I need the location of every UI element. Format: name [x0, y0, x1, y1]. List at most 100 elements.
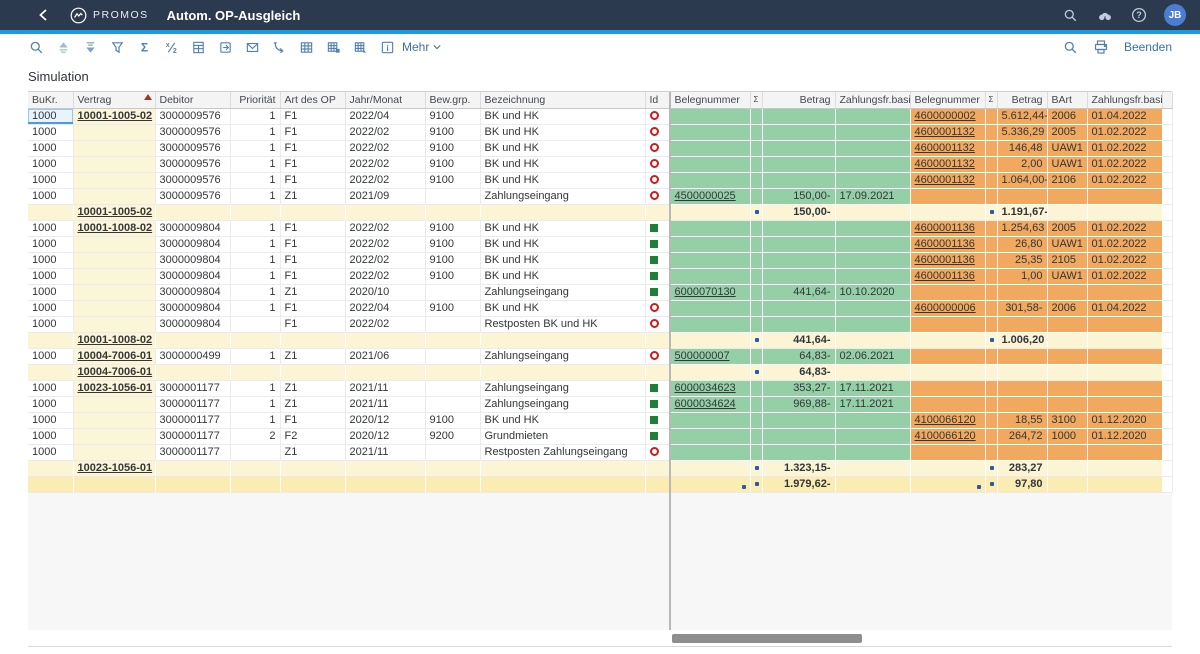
document-link[interactable]: 4600001136	[915, 222, 975, 234]
document-link[interactable]: 4500000025	[675, 190, 736, 202]
column-header-o_beleg[interactable]: Belegnummer	[910, 92, 985, 108]
column-header-bew[interactable]: Bew.grp.	[425, 92, 480, 108]
sort-descending-icon[interactable]	[82, 39, 99, 56]
contract-link[interactable]: 10004-7006-01	[78, 366, 153, 378]
table-row[interactable]: 100010023-1056-0130000011771Z12021/11Zah…	[28, 380, 1172, 396]
sum-icon[interactable]: Σ	[136, 39, 153, 56]
table-row[interactable]: 100030000098041F12022/049100BK und HK460…	[28, 300, 1172, 316]
search-icon[interactable]	[28, 39, 45, 56]
more-menu[interactable]: Mehr	[402, 40, 442, 54]
table-row[interactable]: 100030000098041F12022/029100BK und HK460…	[28, 252, 1172, 268]
horizontal-scrollbar[interactable]	[28, 630, 1172, 647]
subtotal-row[interactable]: 10004-7006-0164,83-	[28, 364, 1172, 380]
contract-link[interactable]: 10001-1008-02	[78, 334, 153, 346]
avatar[interactable]: JB	[1164, 4, 1186, 26]
document-link[interactable]: 4600001132	[915, 158, 975, 170]
table-row[interactable]: 100030000098041F12022/029100BK und HK460…	[28, 236, 1172, 252]
subtotal-row[interactable]: 10001-1008-02441,64-1.006,20	[28, 332, 1172, 348]
subtotals-icon[interactable]: x2	[163, 39, 180, 56]
drilldown-icon[interactable]	[271, 39, 288, 56]
column-header-o_betrag[interactable]: Betrag	[997, 92, 1047, 108]
grid-export-icon[interactable]	[352, 39, 369, 56]
cell-o_beleg: 4600001132	[910, 140, 985, 156]
column-header-o_zfb[interactable]: Zahlungsfr.basis	[1087, 92, 1162, 108]
document-link[interactable]: 4600001132	[915, 174, 975, 186]
column-header-bez[interactable]: Bezeichnung	[480, 92, 645, 108]
column-header-debitor[interactable]: Debitor	[155, 92, 230, 108]
table-row[interactable]: 100030000095761F12022/029100BK und HK460…	[28, 124, 1172, 140]
filter-icon[interactable]	[109, 39, 126, 56]
subtotal-row[interactable]: 10023-1056-011.323,15-283,27	[28, 460, 1172, 476]
table-row[interactable]: 100030000011772F22020/129200Grundmieten4…	[28, 428, 1172, 444]
cell-o_sig	[985, 476, 997, 492]
column-header-id[interactable]: Id	[645, 92, 670, 108]
table-row[interactable]: 10003000009804F12022/02Restposten BK und…	[28, 316, 1172, 332]
print-icon[interactable]	[1093, 39, 1110, 56]
grandtotal-row[interactable]: 1.979,62-97,80	[28, 476, 1172, 492]
contract-link[interactable]: 10001-1008-02	[78, 222, 153, 234]
binoculars-icon[interactable]	[1096, 7, 1113, 24]
table-row[interactable]: 100030000095761F12022/029100BK und HK460…	[28, 172, 1172, 188]
mail-icon[interactable]	[244, 39, 261, 56]
grid-edit-icon[interactable]	[325, 39, 342, 56]
document-link[interactable]: 4600001136	[915, 270, 975, 282]
pane-splitter[interactable]	[669, 92, 671, 631]
table-row[interactable]: 100030000011771Z12021/11Zahlungseingang6…	[28, 396, 1172, 412]
subtotal-row[interactable]: 10001-1005-02150,00-1.191,67-	[28, 204, 1172, 220]
table-row[interactable]: 100010001-1008-0230000098041F12022/02910…	[28, 220, 1172, 236]
info-icon[interactable]: i	[379, 39, 396, 56]
cell-g_betrag	[762, 316, 835, 332]
document-link[interactable]: 4600001132	[915, 142, 975, 154]
find-icon[interactable]	[1062, 39, 1079, 56]
column-header-fill[interactable]	[1162, 92, 1172, 108]
exit-button[interactable]: Beenden	[1124, 40, 1172, 54]
table-row[interactable]: 100030000095761Z12021/09Zahlungseingang4…	[28, 188, 1172, 204]
table-row[interactable]: 100030000095761F12022/029100BK und HK460…	[28, 156, 1172, 172]
column-header-g_sig[interactable]: Σ	[750, 92, 762, 108]
document-link[interactable]: 500000007	[675, 350, 730, 362]
document-link[interactable]: 6000070130	[675, 286, 736, 298]
column-header-art[interactable]: Art des OP	[280, 92, 345, 108]
spreadsheet-icon[interactable]	[190, 39, 207, 56]
grid-icon[interactable]	[298, 39, 315, 56]
column-header-o_sig[interactable]: Σ	[985, 92, 997, 108]
sort-ascending-icon[interactable]	[55, 39, 72, 56]
column-header-vertrag[interactable]: Vertrag	[73, 92, 155, 108]
table-row[interactable]: 100010001-1005-0230000095761F12022/04910…	[28, 108, 1172, 124]
contract-link[interactable]: 10001-1005-02	[78, 206, 153, 218]
help-icon[interactable]: ?	[1130, 7, 1147, 24]
back-icon[interactable]	[34, 6, 52, 24]
document-link[interactable]: 4600000006	[915, 302, 976, 314]
document-link[interactable]: 4600001136	[915, 238, 975, 250]
column-header-g_beleg[interactable]: Belegnummer	[670, 92, 750, 108]
contract-link[interactable]: 10023-1056-01	[78, 382, 153, 394]
column-header-jm[interactable]: Jahr/Monat	[345, 92, 425, 108]
copy-icon[interactable]	[217, 39, 234, 56]
cell-g_beleg	[670, 412, 750, 428]
table-row[interactable]: 100030000095761F12022/029100BK und HK460…	[28, 140, 1172, 156]
table-row[interactable]: 100010004-7006-0130000004991Z12021/06Zah…	[28, 348, 1172, 364]
document-link[interactable]: 4100066120	[915, 430, 976, 442]
contract-link[interactable]: 10001-1005-02	[78, 110, 153, 122]
column-header-g_betrag[interactable]: Betrag	[762, 92, 835, 108]
table-row[interactable]: 10003000001177Z12021/11Restposten Zahlun…	[28, 444, 1172, 460]
contract-link[interactable]: 10004-7006-01	[78, 350, 153, 362]
document-link[interactable]: 6000034623	[675, 382, 736, 394]
document-link[interactable]: 4600001132	[915, 126, 975, 138]
document-link[interactable]: 4600000002	[915, 110, 976, 122]
column-header-o_bart[interactable]: BArt	[1047, 92, 1087, 108]
scrollbar-thumb[interactable]	[672, 634, 862, 643]
column-header-prio[interactable]: Priorität	[230, 92, 280, 108]
search-icon[interactable]	[1062, 7, 1079, 24]
document-link[interactable]: 4600001136	[915, 254, 975, 266]
cell-bez: BK und HK	[480, 124, 645, 140]
table-row[interactable]: 100030000011771F12020/129100BK und HK410…	[28, 412, 1172, 428]
column-header-g_zfb[interactable]: Zahlungsfr.basis	[835, 92, 910, 108]
table-row[interactable]: 100030000098041F12022/029100BK und HK460…	[28, 268, 1172, 284]
contract-link[interactable]: 10023-1056-01	[78, 462, 153, 474]
column-header-bukr[interactable]: BuKr.	[28, 92, 73, 108]
table-row[interactable]: 100030000098041Z12020/10Zahlungseingang6…	[28, 284, 1172, 300]
cell-id	[645, 172, 670, 188]
document-link[interactable]: 6000034624	[675, 398, 736, 410]
document-link[interactable]: 4100066120	[915, 414, 976, 426]
